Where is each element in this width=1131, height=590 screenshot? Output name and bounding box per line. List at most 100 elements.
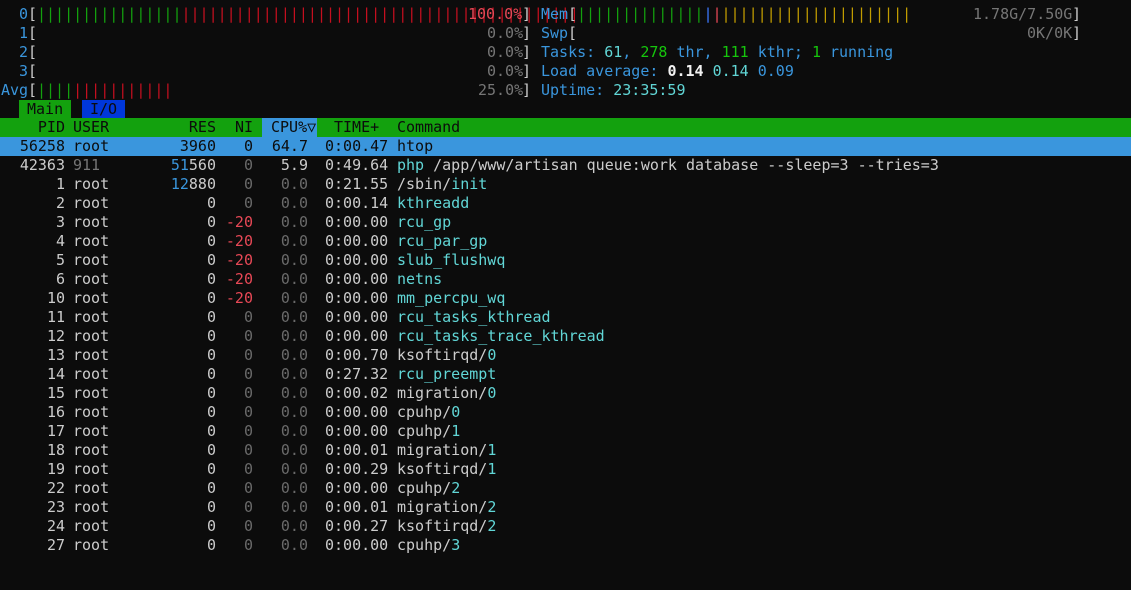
table-row[interactable]: 4 root 0 -20 0.0 0:00.00 rcu_par_gp bbox=[0, 232, 1131, 251]
load-average-meter: Load average: 0.14 0.14 0.09 bbox=[541, 62, 794, 80]
table-row[interactable]: 2 root 0 0 0.0 0:00.14 kthreadd bbox=[0, 194, 1131, 213]
table-row[interactable]: 18 root 0 0 0.0 0:00.01 migration/1 bbox=[0, 441, 1131, 460]
cell-command: netns bbox=[397, 270, 443, 288]
cell-time: 0:00.70 bbox=[325, 346, 389, 364]
tasks-count: 61 bbox=[604, 43, 623, 61]
table-row[interactable]: 23 root 0 0 0.0 0:00.01 migration/2 bbox=[0, 498, 1131, 517]
table-row[interactable]: 5 root 0 -20 0.0 0:00.00 slub_flushwq bbox=[0, 251, 1131, 270]
uptime-meter: Uptime: 23:35:59 bbox=[541, 81, 686, 99]
cell-ni: 0 bbox=[243, 137, 253, 155]
cell-command: rcu_par_gp bbox=[397, 232, 488, 250]
cell-command: kthreadd bbox=[397, 194, 470, 212]
table-row[interactable]: 42363 911 51560 0 5.9 0:49.64 php /app/www/art… bbox=[0, 156, 1131, 175]
cell-pid: 14 bbox=[46, 365, 65, 383]
cell-pid: 10 bbox=[46, 289, 65, 307]
cell-res: 0 bbox=[206, 441, 216, 459]
cell-pid: 11 bbox=[46, 308, 65, 326]
table-row[interactable]: 17 root 0 0 0.0 0:00.00 cpuhp/1 bbox=[0, 422, 1131, 441]
tab-io[interactable]: I/O bbox=[82, 100, 126, 118]
tab-main[interactable]: Main bbox=[19, 100, 72, 118]
table-row[interactable]: 6 root 0 -20 0.0 0:00.00 netns bbox=[0, 270, 1131, 289]
cell-time: 0:00.00 bbox=[325, 536, 389, 554]
table-row[interactable]: 11 root 0 0 0.0 0:00.00 rcu_tasks_kthread bbox=[0, 308, 1131, 327]
cell-res: 0 bbox=[206, 517, 216, 535]
cell-cpu: 0.0 bbox=[280, 365, 308, 383]
table-row[interactable]: 12 root 0 0 0.0 0:00.00 rcu_tasks_trace_kthrea… bbox=[0, 327, 1131, 346]
table-row[interactable]: 3 root 0 -20 0.0 0:00.00 rcu_gp bbox=[0, 213, 1131, 232]
cell-res: 0 bbox=[206, 365, 216, 383]
table-row[interactable]: 1 root 12880 0 0.0 0:21.55/sbin/init bbox=[0, 175, 1131, 194]
table-row[interactable]: 13 root 0 0 0.0 0:00.70 ksoftirqd/0 bbox=[0, 346, 1131, 365]
column-ni[interactable]: NI bbox=[226, 118, 253, 137]
cell-command: migration/1 bbox=[397, 441, 497, 459]
cpu-meter-percent: 25.0% bbox=[478, 81, 524, 99]
cell-time: 0:00.01 bbox=[325, 498, 389, 516]
table-row[interactable]: 15 root 0 0 0.0 0:00.02 migration/0 bbox=[0, 384, 1131, 403]
cell-time: 0:00.27 bbox=[325, 517, 389, 535]
swp-meter: Swp [ 0K/0K ] bbox=[541, 24, 1082, 42]
cell-ni: 0 bbox=[243, 403, 253, 421]
cell-res: 3960 bbox=[179, 137, 216, 155]
cell-res: 0 bbox=[206, 384, 216, 402]
cell-time: 0:00.00 bbox=[325, 479, 389, 497]
column-cpu-sorted[interactable]: CPU%▽ bbox=[271, 118, 316, 137]
cell-pid: 4 bbox=[55, 232, 65, 250]
cell-user: root bbox=[73, 308, 110, 326]
table-row[interactable]: 14 root 0 0 0.0 0:27.32 rcu_preempt bbox=[0, 365, 1131, 384]
kthreads-count: 111 bbox=[721, 43, 749, 61]
cell-user: root bbox=[73, 346, 110, 364]
cell-user: root bbox=[73, 270, 110, 288]
load-15min: 0.09 bbox=[757, 62, 794, 80]
cell-command: cpuhp/0 bbox=[397, 403, 461, 421]
cpu-meter-percent: 100.0% bbox=[468, 5, 523, 23]
cell-pid: 27 bbox=[46, 536, 65, 554]
cell-time: 0:00.01 bbox=[325, 441, 389, 459]
cell-cpu: 0.0 bbox=[280, 270, 308, 288]
cell-user: root bbox=[73, 289, 110, 307]
column-time[interactable]: TIME+ bbox=[334, 118, 379, 137]
cell-cpu: 0.0 bbox=[280, 327, 308, 345]
column-pid[interactable]: PID bbox=[20, 118, 65, 137]
cell-res: 0 bbox=[206, 213, 216, 231]
table-row-selected[interactable]: 56258 root 3960 0 64.7 0:00.47 htop bbox=[0, 137, 1131, 156]
cell-pid: 16 bbox=[46, 403, 65, 421]
cell-command: migration/0 bbox=[397, 384, 497, 402]
cell-time: 0:49.64 bbox=[325, 156, 389, 174]
load-1min: 0.14 bbox=[667, 62, 704, 80]
cell-res: 0 bbox=[206, 251, 216, 269]
swp-meter-label: Swp bbox=[541, 24, 569, 42]
column-res[interactable]: RES bbox=[170, 118, 216, 137]
table-row[interactable]: 16 root 0 0 0.0 0:00.00 cpuhp/0 bbox=[0, 403, 1131, 422]
table-row[interactable]: 22 root 0 0 0.0 0:00.00 cpuhp/2 bbox=[0, 479, 1131, 498]
cell-ni: -20 bbox=[225, 251, 253, 269]
column-user[interactable]: USER bbox=[73, 118, 109, 137]
column-command[interactable]: Command bbox=[397, 118, 460, 137]
cell-time: 0:00.00 bbox=[325, 403, 389, 421]
table-row[interactable]: 27 root 0 0 0.0 0:00.00 cpuhp/3 bbox=[0, 536, 1131, 555]
cell-cpu: 5.9 bbox=[280, 156, 308, 174]
cell-command: rcu_gp bbox=[397, 213, 452, 231]
table-row[interactable]: 19 root 0 0 0.0 0:00.29 ksoftirqd/1 bbox=[0, 460, 1131, 479]
load-5min: 0.14 bbox=[712, 62, 749, 80]
cell-pid: 5 bbox=[55, 251, 65, 269]
cell-pid: 56258 bbox=[19, 137, 65, 155]
table-row[interactable]: 24 root 0 0 0.0 0:00.27 ksoftirqd/2 bbox=[0, 517, 1131, 536]
cell-res: 12880 bbox=[170, 175, 216, 193]
cell-res: 0 bbox=[206, 536, 216, 554]
cell-res: 0 bbox=[206, 308, 216, 326]
cell-time: 0:00.29 bbox=[325, 460, 389, 478]
cell-cpu: 0.0 bbox=[280, 308, 308, 326]
cell-ni: 0 bbox=[243, 308, 253, 326]
cell-res: 0 bbox=[206, 498, 216, 516]
cell-cpu: 0.0 bbox=[280, 479, 308, 497]
cell-pid: 42363 bbox=[19, 156, 65, 174]
cpu-meter-percent: 0.0% bbox=[487, 43, 524, 61]
cell-ni: 0 bbox=[243, 156, 253, 174]
cell-user: root bbox=[73, 403, 110, 421]
cell-cpu: 0.0 bbox=[280, 213, 308, 231]
table-row[interactable]: 10 root 0 -20 0.0 0:00.00 mm_percpu_wq bbox=[0, 289, 1131, 308]
swp-meter-value: 0K/0K bbox=[1027, 24, 1073, 42]
cell-ni: 0 bbox=[243, 536, 253, 554]
cell-command: mm_percpu_wq bbox=[397, 289, 506, 307]
cell-cpu: 0.0 bbox=[280, 384, 308, 402]
